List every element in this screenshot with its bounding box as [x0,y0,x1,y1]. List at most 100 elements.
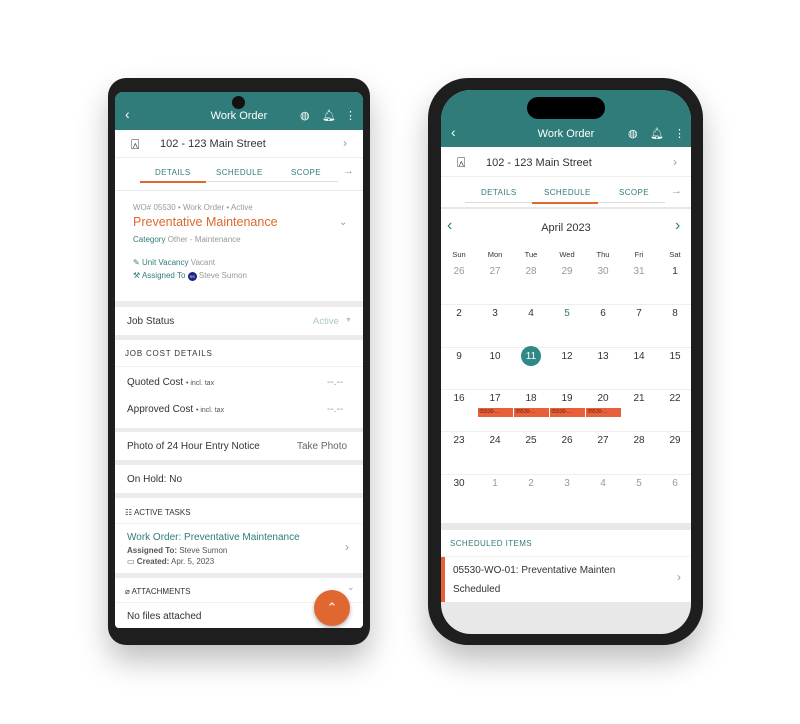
arrow-right-icon[interactable]: → [671,185,682,197]
calendar-day[interactable]: 26 [441,266,477,277]
calendar-day[interactable]: 16 [441,393,477,404]
calendar-day[interactable]: 29 [549,266,585,277]
row-divider [441,304,691,306]
next-month-button[interactable]: › [675,217,680,235]
more-vertical-icon[interactable]: ⋮ [674,127,685,140]
calendar-day[interactable]: 28 [513,266,549,277]
quoted-cost-value[interactable]: --.-- [327,377,343,388]
calendar-day[interactable]: 30 [441,478,477,489]
property-row[interactable]: ⍓ 102 - 123 Main Street › [441,147,691,177]
more-vertical-icon[interactable]: ⋮ [345,109,356,122]
scheduled-item-title: 05530-WO-01: Preventative Mainten [453,565,616,576]
calendar-day[interactable]: 28 [621,435,657,446]
caret-down-icon: ▼ [345,317,352,324]
tab-details[interactable]: DETAILS [155,168,191,177]
calendar-day[interactable]: 29 [657,435,691,446]
chevron-down-icon[interactable]: ⌄ [347,582,355,593]
wo-meta: WO# 05530 • Work Order • Active [133,203,253,212]
calendar-day[interactable]: 1 [477,478,513,489]
take-photo-button[interactable]: Take Photo [297,441,347,452]
on-hold-row[interactable]: On Hold: No [115,465,363,493]
task-assigned-value: Steve Sumon [179,546,228,555]
globe-icon[interactable]: ◍ [300,109,310,122]
approved-cost-value[interactable]: --.-- [327,404,343,415]
calendar-event[interactable]: 05530-... [477,407,513,417]
calendar-day[interactable]: 17 [477,393,513,404]
calendar-day[interactable]: 11 [513,351,549,362]
app-header: ‹ Work Order ◍ 🔔︎ ⋮ [441,90,691,147]
calendar-day[interactable]: 4 [585,478,621,489]
calendar-day[interactable]: 13 [585,351,621,362]
weekday-label: Mon [487,250,503,259]
calendar-day[interactable]: 10 [477,351,513,362]
calendar-day[interactable]: 6 [657,478,691,489]
calendar-day[interactable]: 9 [441,351,477,362]
calendar-day[interactable]: 3 [549,478,585,489]
tab-schedule[interactable]: SCHEDULE [216,168,263,177]
tab-details[interactable]: DETAILS [481,188,517,197]
calendar-event[interactable]: 05530-... [549,407,585,417]
tab-scope[interactable]: SCOPE [291,168,321,177]
section-heading: ACTIVE TASKS [133,508,191,517]
globe-icon[interactable]: ◍ [628,127,638,140]
calendar-day[interactable]: 4 [513,308,549,319]
calendar-day[interactable]: 15 [657,351,691,362]
calendar-day[interactable]: 25 [513,435,549,446]
building-icon: ⍓ [131,136,140,152]
calendar-day[interactable]: 2 [513,478,549,489]
chevron-down-icon[interactable]: ⌄ [339,217,347,228]
android-screen: ‹ Work Order ◍ 🔔︎ ⋮ ⍓ 102 - 123 Main Str… [115,92,363,628]
calendar-day[interactable]: 12 [549,351,585,362]
job-status-value[interactable]: Active [313,316,339,327]
property-row[interactable]: ⍓ 102 - 123 Main Street › [115,130,363,158]
category-value: Other - Maintenance [167,235,241,244]
calendar-day[interactable]: 27 [477,266,513,277]
calendar-event[interactable]: 05530-... [513,407,549,417]
scheduled-item[interactable]: 05530-WO-01: Preventative Mainten Schedu… [441,557,691,602]
calendar-day[interactable]: 7 [621,308,657,319]
camera-cutout [232,96,245,109]
calendar-day[interactable]: 23 [441,435,477,446]
calendar-day[interactable]: 14 [621,351,657,362]
calendar-day[interactable]: 19 [549,393,585,404]
scroll-top-fab[interactable]: ⌃ [314,590,350,626]
calendar-day[interactable]: 1 [657,266,691,277]
calendar-day[interactable]: 8 [657,308,691,319]
tax-note: • incl. tax [195,407,225,414]
photo-label: Photo of 24 Hour Entry Notice [127,441,260,452]
task-item[interactable]: Work Order: Preventative Maintenance Ass… [115,524,363,572]
iphone-screen: ‹ Work Order ◍ 🔔︎ ⋮ ⍓ 102 - 123 Main Str… [441,90,691,634]
task-created-value: Apr. 5, 2023 [171,557,215,566]
app-header: ‹ Work Order ◍ 🔔︎ ⋮ [115,92,363,130]
vacancy-value: Vacant [190,258,216,267]
calendar-day[interactable]: 26 [549,435,585,446]
calendar-day[interactable]: 5 [621,478,657,489]
calendar-day[interactable]: 6 [585,308,621,319]
calendar: ‹ April 2023 › Sun Mon Tue Wed Thu Fri Sat 26 27… [441,209,691,523]
row-divider [441,346,691,348]
bell-icon[interactable]: 🔔︎ [322,109,336,122]
calendar-day[interactable]: 18 [513,393,549,404]
calendar-day[interactable]: 22 [657,393,691,404]
calendar-day[interactable]: 31 [621,266,657,277]
dynamic-island [527,97,605,119]
calendar-day[interactable]: 5 [549,308,585,319]
on-hold-label: On Hold: No [127,474,183,485]
calendar-event[interactable]: 05530-... [585,407,621,417]
calendar-day[interactable]: 24 [477,435,513,446]
tab-scope[interactable]: SCOPE [619,188,649,197]
calendar-day[interactable]: 30 [585,266,621,277]
building-icon: ⍓ [457,154,466,170]
property-name: 102 - 123 Main Street [486,157,592,169]
paperclip-icon: ⌀ [125,587,130,596]
calendar-day[interactable]: 21 [621,393,657,404]
calendar-day[interactable]: 27 [585,435,621,446]
calendar-day[interactable]: 2 [441,308,477,319]
arrow-right-icon[interactable]: → [343,165,354,177]
calendar-day[interactable]: 20 [585,393,621,404]
tab-schedule[interactable]: SCHEDULE [544,188,591,197]
job-status-row[interactable]: Job Status Active ▼ [115,307,363,335]
bell-icon[interactable]: 🔔︎ [650,127,664,140]
calendar-day[interactable]: 3 [477,308,513,319]
tools-icon: ⚒ [133,271,141,280]
